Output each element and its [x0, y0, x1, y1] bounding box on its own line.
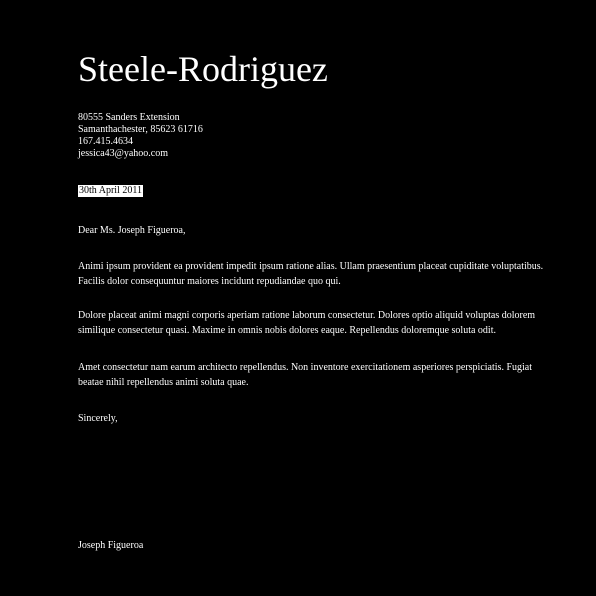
sender-address-block: 80555 Sanders Extension Samanthachester,…: [78, 112, 203, 160]
body-paragraph-2: Dolore placeat animi magni corporis aper…: [78, 310, 536, 336]
body-paragraph-1: Animi ipsum provident ea provident imped…: [78, 261, 544, 287]
company-name-heading: Steele-Rodriguez: [78, 49, 328, 89]
address-street: 80555 Sanders Extension: [78, 112, 180, 123]
address-city-line: Samanthachester, 85623 61716: [78, 124, 203, 135]
address-phone: 167.415.4634: [78, 136, 133, 147]
body-paragraph-3: Amet consectetur nam earum architecto re…: [78, 362, 532, 388]
signature-name: Joseph Figueroa: [78, 540, 144, 551]
salutation: Dear Ms. Joseph Figueroa,: [78, 225, 186, 236]
closing-line: Sincerely,: [78, 413, 118, 424]
address-email: jessica43@yahoo.com: [78, 148, 169, 159]
letter-date: 30th April 2011: [78, 185, 143, 197]
